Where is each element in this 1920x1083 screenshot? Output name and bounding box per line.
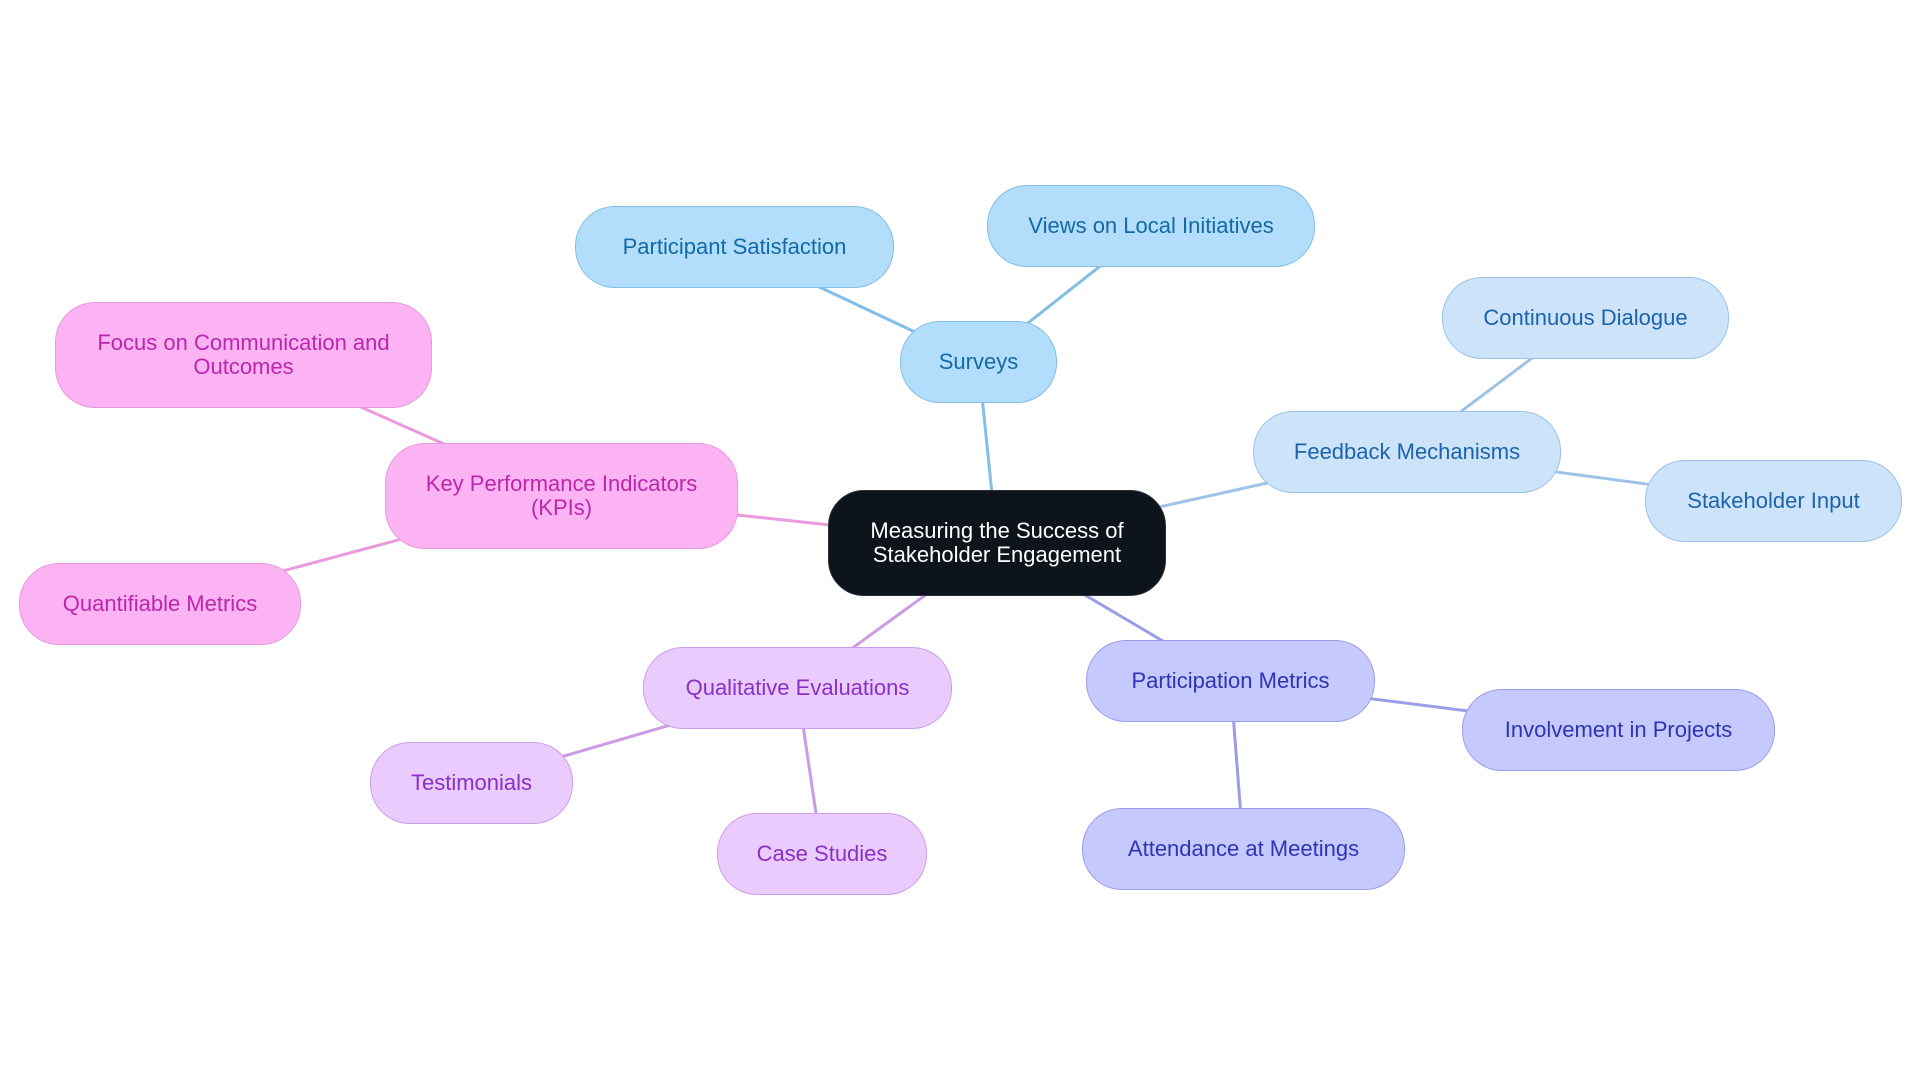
node-label: Focus on Communication and Outcomes — [97, 330, 390, 379]
node-surveys[interactable]: Surveys — [900, 321, 1057, 403]
node-label: Views on Local Initiatives — [1028, 213, 1274, 238]
node-label: Surveys — [938, 349, 1019, 374]
node-continuous-dialogue[interactable]: Continuous Dialogue — [1442, 277, 1729, 359]
node-testimonials[interactable]: Testimonials — [370, 742, 573, 824]
root-node[interactable]: Measuring the Success of Stakeholder Eng… — [828, 490, 1166, 596]
node-qualitative-evaluations[interactable]: Qualitative Evaluations — [643, 647, 952, 729]
node-involvement-in-projects[interactable]: Involvement in Projects — [1462, 689, 1775, 771]
node-label: Stakeholder Input — [1687, 488, 1860, 513]
node-label: Testimonials — [410, 770, 533, 795]
node-attendance-at-meetings[interactable]: Attendance at Meetings — [1082, 808, 1405, 890]
node-key-performance-indicators[interactable]: Key Performance Indicators (KPIs) — [385, 443, 738, 549]
node-quantifiable-metrics[interactable]: Quantifiable Metrics — [19, 563, 301, 645]
node-label: Participation Metrics — [1131, 668, 1330, 693]
node-label: Continuous Dialogue — [1483, 305, 1688, 330]
node-views-on-local-initiatives[interactable]: Views on Local Initiatives — [987, 185, 1315, 267]
node-participation-metrics[interactable]: Participation Metrics — [1086, 640, 1375, 722]
node-label: Involvement in Projects — [1504, 717, 1733, 742]
node-label: Attendance at Meetings — [1127, 836, 1360, 861]
node-stakeholder-input[interactable]: Stakeholder Input — [1645, 460, 1902, 542]
node-label: Quantifiable Metrics — [62, 591, 258, 616]
node-participant-satisfaction[interactable]: Participant Satisfaction — [575, 206, 894, 288]
node-case-studies[interactable]: Case Studies — [717, 813, 927, 895]
node-label: Feedback Mechanisms — [1293, 439, 1521, 464]
root-node-label: Measuring the Success of Stakeholder Eng… — [870, 518, 1124, 567]
node-label: Case Studies — [756, 841, 888, 866]
node-label: Qualitative Evaluations — [685, 675, 910, 700]
node-feedback-mechanisms[interactable]: Feedback Mechanisms — [1253, 411, 1561, 493]
node-label: Participant Satisfaction — [622, 234, 847, 259]
node-label: Key Performance Indicators (KPIs) — [425, 471, 698, 520]
node-focus-on-communication[interactable]: Focus on Communication and Outcomes — [55, 302, 432, 408]
